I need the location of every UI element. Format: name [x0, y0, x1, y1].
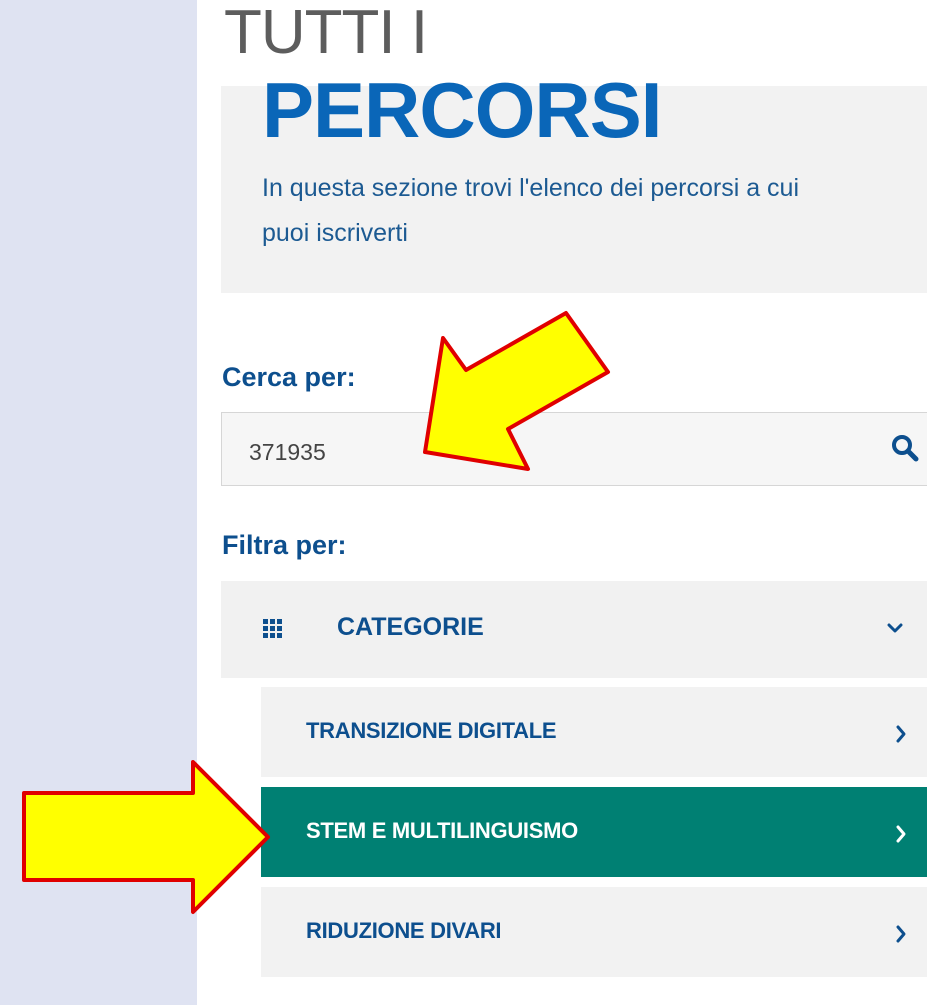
search-label: Cerca per: [222, 362, 356, 392]
chevron-down-icon [887, 623, 903, 633]
page-title-prefix: TUTTI I [224, 0, 428, 67]
chevron-right-icon [896, 725, 906, 743]
search-input[interactable] [249, 433, 809, 471]
categories-dropdown[interactable]: CATEGORIE [221, 581, 927, 678]
category-item-riduzione-divari[interactable]: RIDUZIONE DIVARI [261, 887, 927, 977]
search-box [221, 412, 927, 486]
category-item-transizione-digitale[interactable]: TRANSIZIONE DIGITALE [261, 687, 927, 777]
category-item-stem-e-multilinguismo[interactable]: STEM E MULTILINGUISMO [261, 787, 927, 877]
chevron-right-icon [896, 925, 906, 943]
category-item-label: RIDUZIONE DIVARI [306, 918, 502, 943]
filter-label: Filtra per: [222, 530, 347, 560]
left-sidebar-panel [0, 0, 197, 1005]
category-item-label: TRANSIZIONE DIGITALE [306, 718, 557, 743]
page-title: PERCORSI [262, 66, 662, 154]
grid-icon [263, 619, 282, 638]
chevron-right-icon [896, 825, 906, 843]
search-icon[interactable] [890, 433, 920, 463]
category-item-label: STEM E MULTILINGUISMO [306, 818, 578, 843]
page-description: In questa sezione trovi l'elenco dei per… [262, 174, 800, 247]
categories-label: CATEGORIE [337, 613, 484, 641]
